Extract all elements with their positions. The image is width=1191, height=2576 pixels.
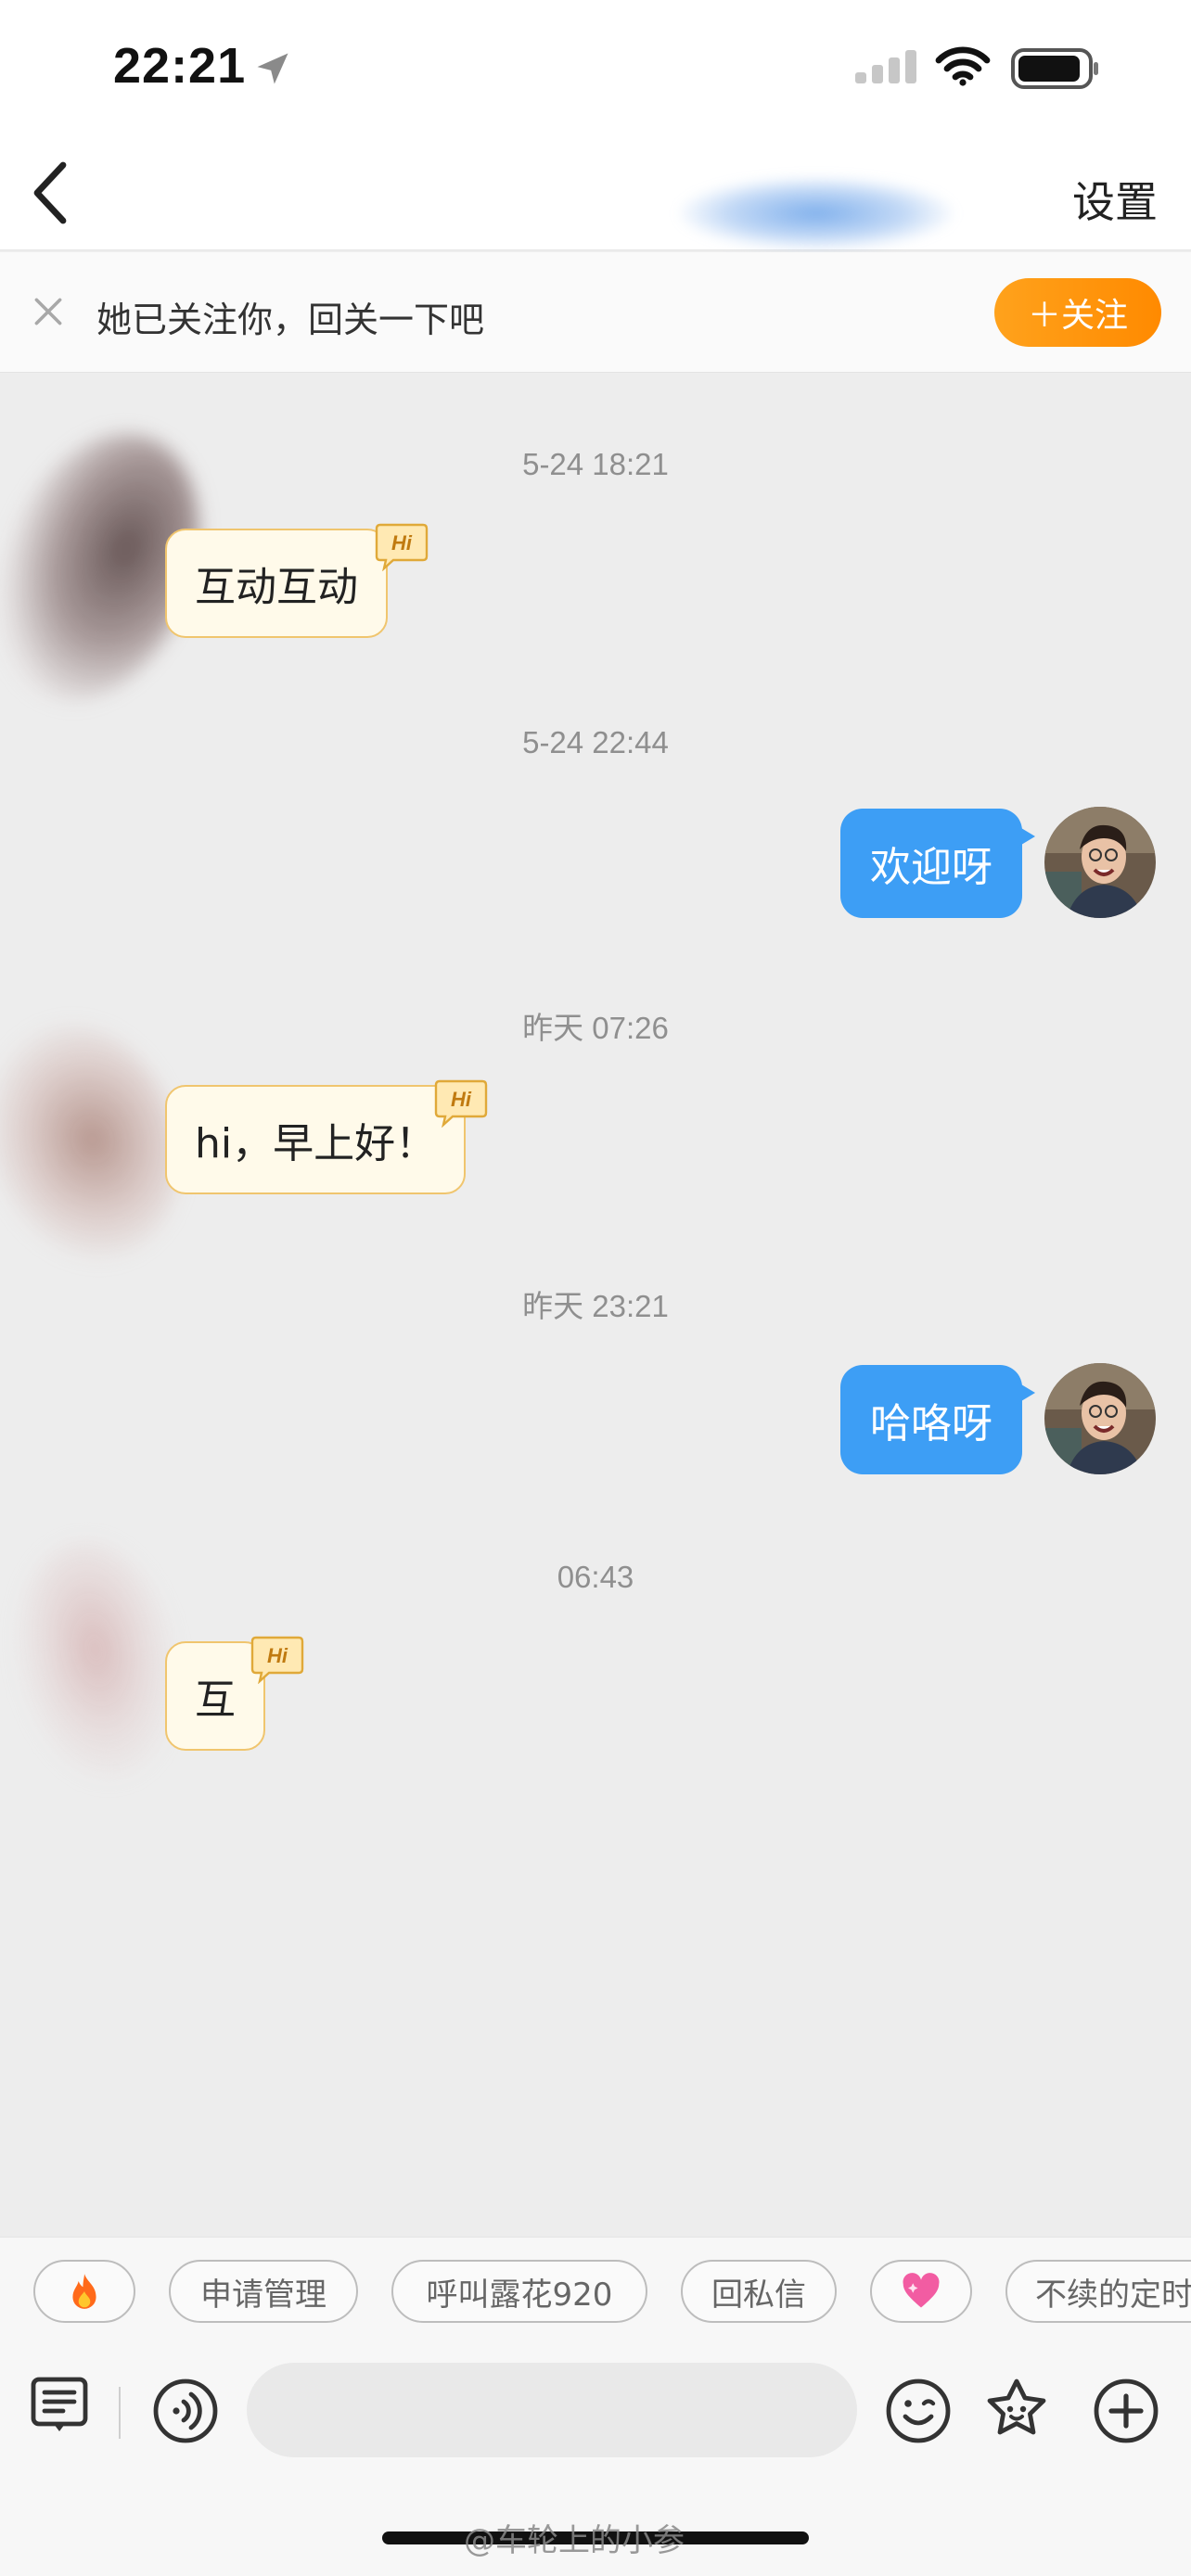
message-timestamp: 5-24 22:44 [522,725,669,759]
chat-header: 设置 [0,139,1191,250]
chevron-left-icon[interactable] [26,159,74,226]
svg-text:Hi: Hi [267,1644,288,1667]
follow-back-banner: 她已关注你，回关一下吧 ＋关注 [0,252,1191,373]
sparkling-heart-icon [903,2273,940,2308]
voice-icon[interactable] [152,2378,219,2444]
close-icon[interactable] [32,295,65,328]
message-timestamp: 06:43 [557,1560,634,1594]
contact-name-blurred [677,176,955,250]
input-divider [119,2387,121,2439]
cellular-signal-icon [855,50,916,83]
settings-button[interactable]: 设置 [1072,169,1158,230]
hi-badge-icon: Hi [434,1079,488,1128]
fire-icon [72,2274,96,2309]
svg-text:Hi: Hi [391,531,413,555]
chip-apply-admin[interactable]: 申请管理 [169,2260,358,2323]
svg-text:Hi: Hi [451,1088,472,1111]
message-bubble-incoming[interactable]: hi，早上好！ [165,1085,467,1194]
watermark: @车轮上的小参 [464,2522,685,2559]
wifi-icon [935,46,991,86]
chat-messages[interactable]: 5-24 18:21 互动互动 Hi 5-24 22:44 欢迎呀 昨天 07:… [0,373,1191,2237]
chip-call-user[interactable]: 呼叫露花920 [391,2260,647,2323]
message-bubble-outgoing[interactable]: 哈咯呀 [840,1365,1035,1474]
my-avatar[interactable] [1044,1363,1156,1474]
emoji-face-icon[interactable] [885,2378,952,2444]
battery-icon [1011,48,1098,89]
quick-reply-chips[interactable]: 申请管理 呼叫露花920 回私信 不续的定时 [0,2237,1191,2339]
chip-timer[interactable]: 不续的定时 [1005,2260,1191,2323]
message-timestamp: 昨天 23:21 [522,1289,669,1323]
my-avatar[interactable] [1044,807,1156,918]
hi-badge-icon: Hi [375,523,429,571]
chip-heart[interactable] [870,2260,972,2323]
status-time: 22:21 [113,38,247,94]
status-bar: 22:21 [0,0,1191,139]
message-timestamp: 昨天 07:26 [522,1011,669,1045]
add-icon[interactable] [1093,2378,1159,2444]
hi-badge-icon: Hi [250,1636,304,1684]
note-icon[interactable] [26,2372,93,2439]
chip-reply-dm[interactable]: 回私信 [681,2260,837,2323]
sticker-icon[interactable] [983,2376,1050,2442]
message-bubble-incoming[interactable]: 互动互动 [165,529,388,638]
message-bubble-outgoing[interactable]: 欢迎呀 [840,809,1035,918]
follow-button[interactable]: ＋关注 [994,278,1161,347]
location-arrow-icon [257,53,288,84]
follow-back-prompt: 她已关注你，回关一下吧 [96,300,485,340]
message-input[interactable] [247,2363,857,2457]
chip-fire[interactable] [33,2260,135,2323]
